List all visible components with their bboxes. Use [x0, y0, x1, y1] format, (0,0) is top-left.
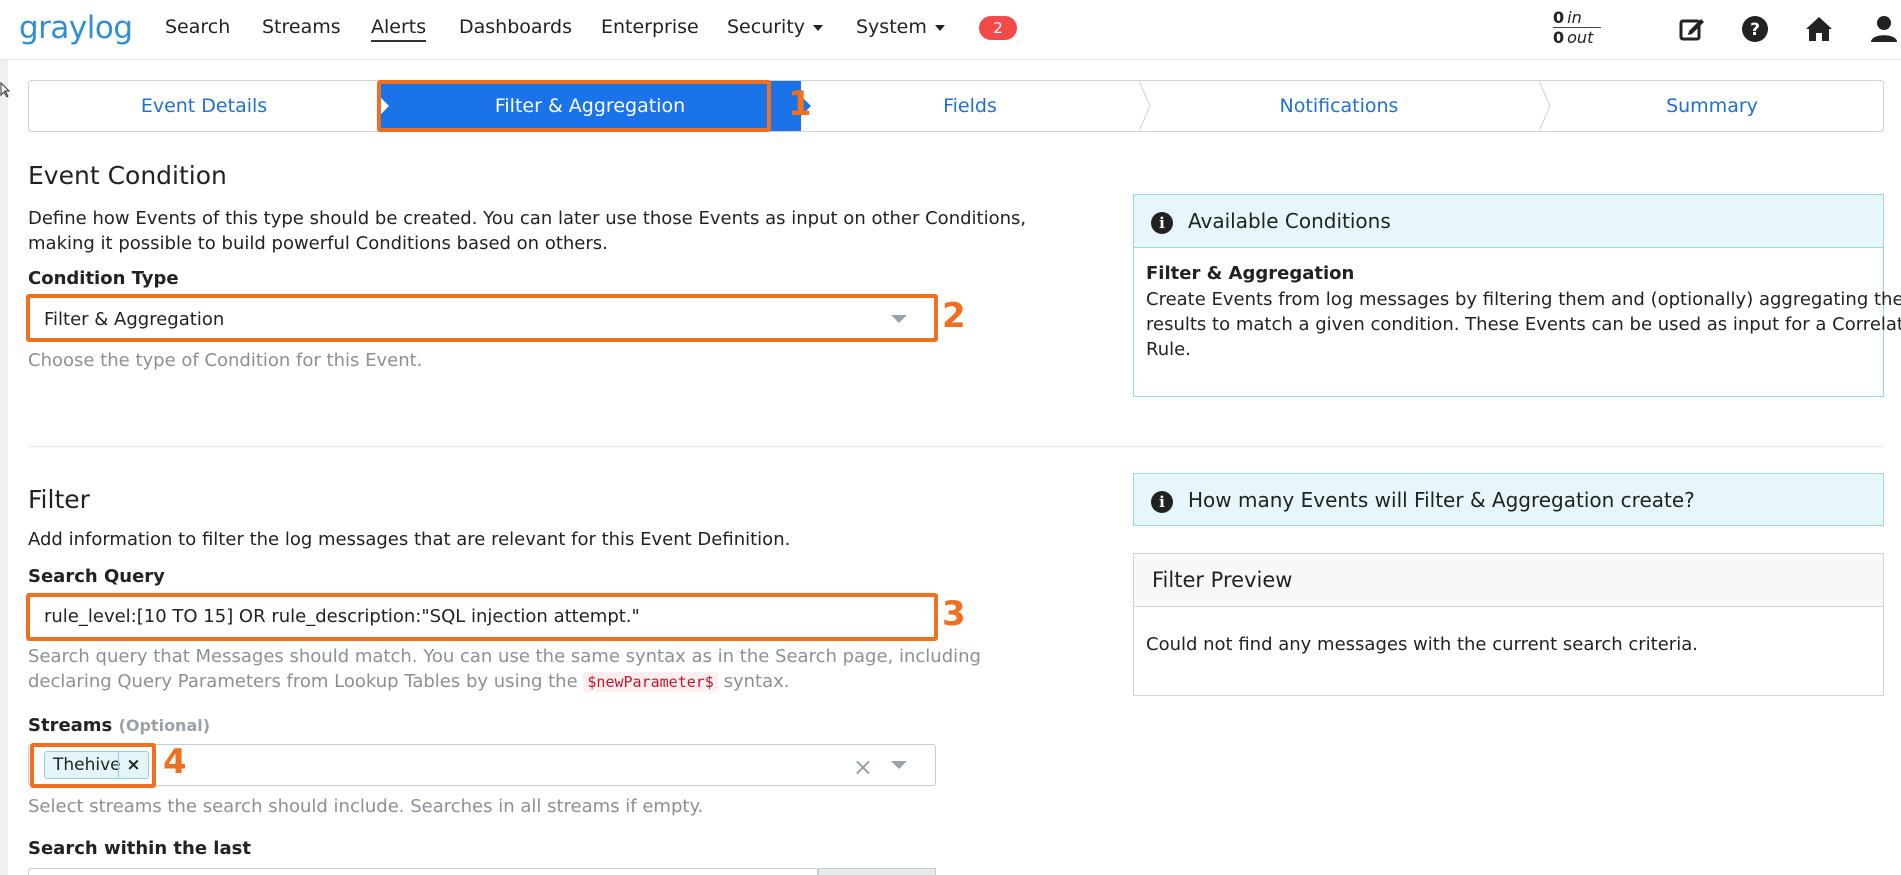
available-conditions-panel: i Available Conditions Filter & Aggregat… [1133, 194, 1901, 397]
throughput-out-value: 0 [1553, 28, 1565, 47]
streams-label: Streams (Optional) [28, 715, 210, 736]
caret-down-icon [813, 24, 824, 31]
filter-title: Filter [28, 485, 90, 514]
nav-security-label: Security [727, 16, 806, 38]
svg-text:?: ? [1750, 20, 1760, 40]
throughput-out-label: out [1567, 28, 1594, 47]
filter-preview-header: Filter Preview [1134, 554, 1883, 607]
nav-security[interactable]: Security [727, 16, 824, 38]
mouse-cursor-icon [0, 82, 10, 98]
highlight-box-4 [30, 743, 156, 788]
home-icon[interactable] [1804, 14, 1834, 44]
step-event-details[interactable]: Event Details [29, 81, 379, 131]
condition-type-help: Choose the type of Condition for this Ev… [28, 350, 423, 371]
nav-system[interactable]: System [856, 16, 945, 38]
highlight-box-3 [26, 593, 938, 641]
throughput-out: 0 out [1553, 28, 1601, 47]
nav-search[interactable]: Search [165, 16, 230, 38]
events-info-panel[interactable]: i How many Events will Filter & Aggregat… [1133, 473, 1884, 526]
search-query-help-line-2-pre: declaring Query Parameters from Lookup T… [28, 671, 578, 692]
user-icon[interactable] [1869, 14, 1899, 44]
search-query-help: Search query that Messages should match.… [28, 644, 981, 695]
top-navbar: graylog Search Streams Alerts Dashboards… [0, 0, 1901, 60]
section-divider [28, 446, 1884, 447]
step-fields[interactable]: Fields [801, 81, 1139, 131]
notification-badge[interactable]: 2 [979, 16, 1017, 40]
streams-optional: (Optional) [118, 716, 211, 735]
available-conditions-header: i Available Conditions [1134, 195, 1883, 248]
search-query-help-line-1: Search query that Messages should match.… [28, 646, 981, 667]
clear-streams-icon[interactable]: × [853, 753, 873, 781]
nav-enterprise[interactable]: Enterprise [601, 16, 699, 38]
search-within-input[interactable] [28, 868, 818, 875]
help-icon[interactable]: ? [1740, 14, 1770, 44]
search-query-help-line-2: declaring Query Parameters from Lookup T… [28, 669, 981, 695]
annotation-number-4: 4 [163, 742, 187, 782]
search-within-label: Search within the last [28, 838, 251, 859]
condition-item-line-1: Create Events from log messages by filte… [1146, 289, 1901, 310]
step-chevron-icon [1139, 81, 1151, 131]
filter-preview-card: Filter Preview Could not find any messag… [1133, 553, 1884, 696]
step-notifications[interactable]: Notifications [1139, 81, 1539, 131]
available-conditions-title: Available Conditions [1188, 209, 1391, 233]
nav-streams[interactable]: Streams [262, 16, 341, 38]
condition-item-line-3: Rule. [1146, 339, 1191, 360]
highlight-box-2 [26, 294, 938, 342]
highlight-box-1 [377, 80, 771, 132]
events-info-title: How many Events will Filter & Aggregatio… [1188, 488, 1695, 512]
condition-item-line-2: results to match a given condition. Thes… [1146, 314, 1901, 335]
event-condition-description-2: making it possible to build powerful Con… [28, 233, 608, 254]
nav-dashboards[interactable]: Dashboards [459, 16, 572, 38]
nav-system-label: System [856, 16, 927, 38]
step-summary[interactable]: Summary [1539, 81, 1885, 131]
search-query-label: Search Query [28, 566, 165, 587]
edit-icon[interactable] [1677, 14, 1707, 44]
nav-alerts[interactable]: Alerts [371, 16, 427, 42]
new-parameter-code: $newParameter$ [583, 672, 718, 692]
info-icon: i [1151, 491, 1173, 513]
event-condition-title: Event Condition [28, 161, 227, 190]
streams-label-text: Streams [28, 715, 113, 736]
step-chevron-icon [1539, 81, 1551, 131]
annotation-number-2: 2 [942, 296, 966, 336]
filter-preview-message: Could not find any messages with the cur… [1146, 634, 1698, 655]
wizard-steps: Event Details Filter & Aggregation Field… [28, 80, 1884, 132]
throughput-in-value: 0 [1553, 8, 1565, 27]
left-scroll-strip [0, 60, 8, 875]
throughput-indicator[interactable]: 0 in 0 out [1553, 8, 1601, 47]
search-query-help-line-2-post: syntax. [723, 671, 790, 692]
info-icon: i [1151, 212, 1173, 234]
condition-type-label: Condition Type [28, 268, 179, 289]
annotation-number-3: 3 [942, 594, 966, 634]
streams-help: Select streams the search should include… [28, 796, 704, 817]
throughput-in: 0 in [1553, 8, 1601, 28]
condition-item-description: Create Events from log messages by filte… [1146, 287, 1901, 362]
chevron-down-icon[interactable] [891, 761, 907, 769]
throughput-in-label: in [1567, 8, 1582, 27]
caret-down-icon [934, 24, 945, 31]
filter-description: Add information to filter the log messag… [28, 529, 791, 550]
graylog-logo[interactable]: graylog [19, 10, 133, 46]
condition-item-title: Filter & Aggregation [1146, 263, 1355, 284]
event-condition-description-1: Define how Events of this type should be… [28, 208, 1027, 229]
annotation-number-1: 1 [788, 84, 812, 124]
filter-preview-title: Filter Preview [1152, 568, 1293, 592]
search-within-unit-select[interactable] [818, 868, 936, 875]
